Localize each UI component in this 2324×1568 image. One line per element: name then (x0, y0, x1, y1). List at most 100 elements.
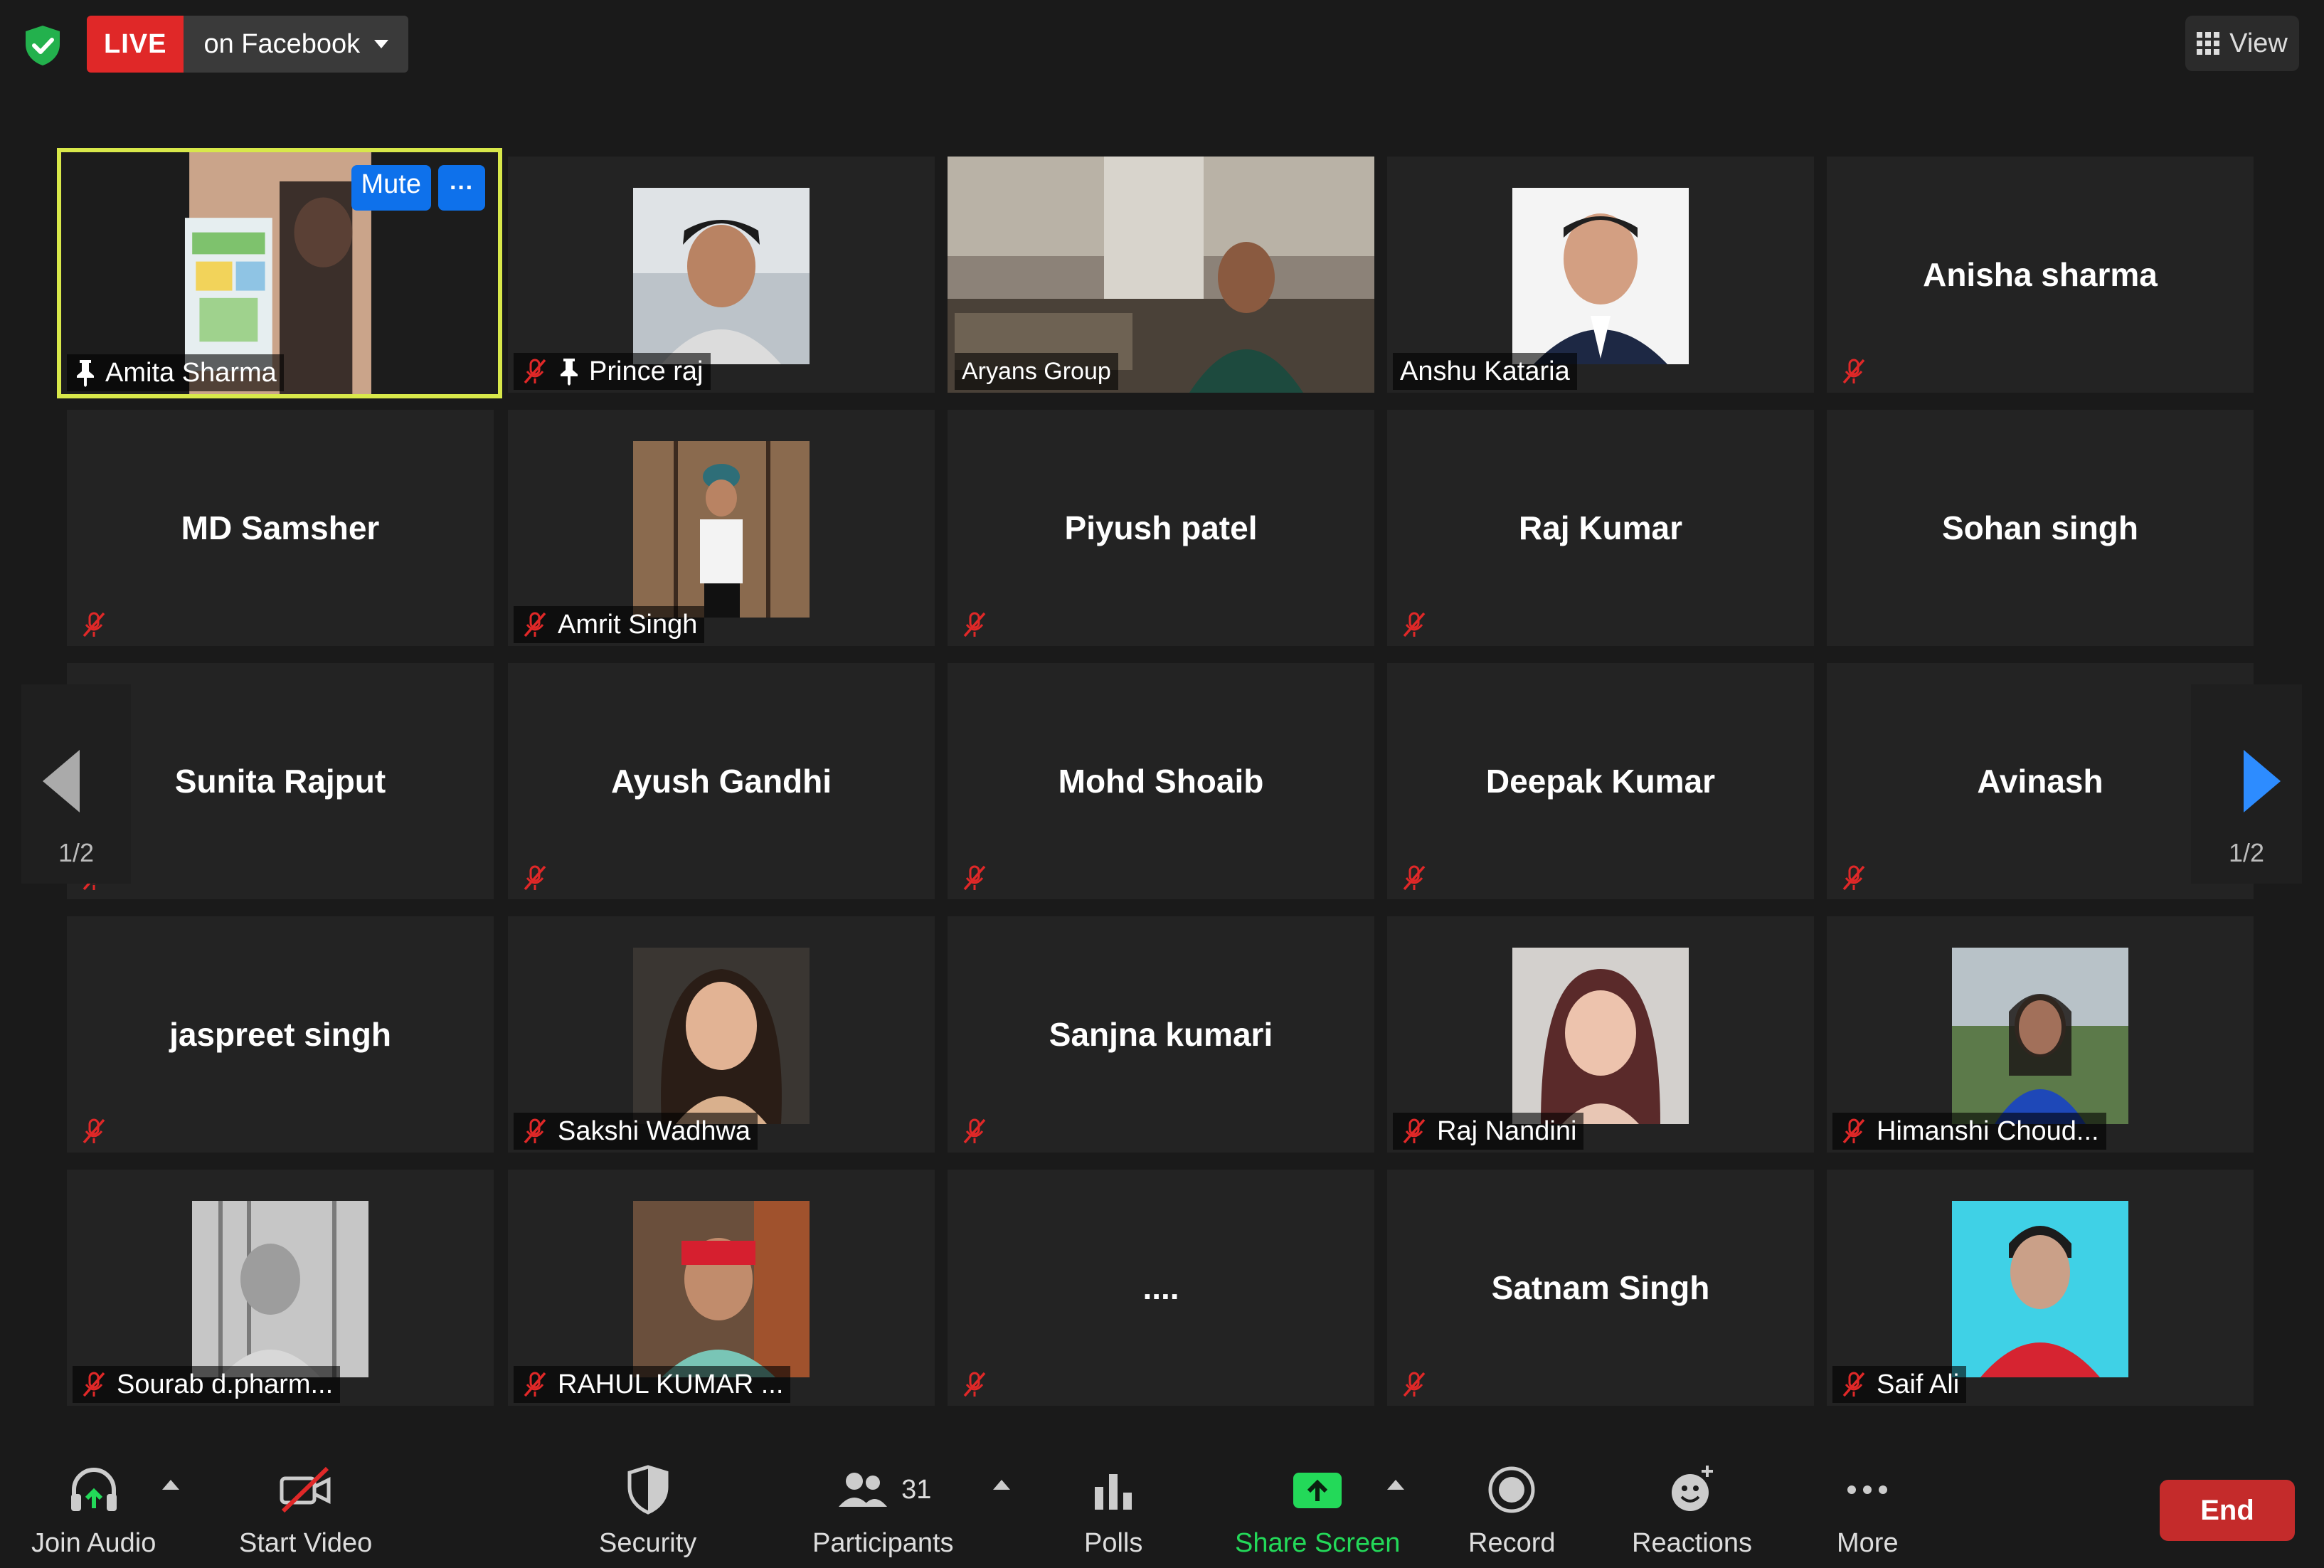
participant-tile-jaspreet[interactable]: jaspreet singh (67, 916, 494, 1153)
participant-tile-sourab[interactable]: Sourab d.pharm... (67, 1170, 494, 1406)
participant-tile-amita[interactable]: Mute ··· Amita Sharma (57, 148, 502, 398)
participant-display-name: jaspreet singh (169, 1016, 391, 1053)
participant-nameplate (1393, 1366, 1436, 1403)
participant-tile-rajkumar[interactable]: Raj Kumar (1387, 410, 1814, 646)
record-icon (1488, 1466, 1535, 1513)
participant-tile-himanshi[interactable]: Himanshi Choud... (1827, 916, 2254, 1153)
participant-name: Aryans Group (962, 357, 1111, 385)
participant-display-name: Mohd Shoaib (1058, 763, 1264, 800)
participant-tile-aryans[interactable]: Aryans Group (948, 157, 1374, 393)
participant-tile-samsher[interactable]: MD Samsher (67, 410, 494, 646)
live-destination-dropdown[interactable]: on Facebook (184, 16, 409, 73)
participant-nameplate: Raj Nandini (1393, 1113, 1584, 1150)
participant-count: 31 (901, 1474, 932, 1505)
security-button[interactable]: Security (599, 1461, 696, 1559)
participant-avatar-photo (1512, 188, 1689, 364)
participant-display-name: Sanjna kumari (1049, 1016, 1273, 1053)
participant-nameplate (1832, 353, 1875, 390)
next-page-button[interactable]: 1/2 (2191, 684, 2302, 884)
participant-tile-piyush[interactable]: Piyush patel (948, 410, 1374, 646)
join-audio-label: Join Audio (31, 1528, 156, 1558)
video-camera-off-icon (280, 1466, 331, 1513)
participant-tile-saif[interactable]: Saif Ali (1827, 1170, 2254, 1406)
live-stream-control[interactable]: LIVE on Facebook (87, 16, 409, 73)
participant-nameplate: RAHUL KUMAR ... (514, 1366, 791, 1403)
more-dots-icon (1847, 1485, 1888, 1494)
participant-tile-dots[interactable]: .... (948, 1170, 1374, 1406)
participant-tile-prince[interactable]: Prince raj (508, 157, 935, 393)
participant-tile-sohan[interactable]: Sohan singh (1827, 410, 2254, 646)
end-meeting-button[interactable]: End (2160, 1480, 2295, 1541)
page-indicator: 1/2 (58, 838, 95, 867)
participant-nameplate: Anshu Kataria (1393, 353, 1577, 390)
participant-tile-anshu[interactable]: Anshu Kataria (1387, 157, 1814, 393)
previous-page-button[interactable]: 1/2 (21, 684, 131, 884)
share-screen-label: Share Screen (1235, 1528, 1401, 1558)
participant-avatar-photo (1512, 948, 1689, 1124)
participant-avatar-photo (633, 948, 810, 1124)
muted-microphone-icon (1403, 612, 1426, 637)
polls-label: Polls (1084, 1528, 1143, 1558)
participant-tile-rajnandini[interactable]: Raj Nandini (1387, 916, 1814, 1153)
participant-name: Saif Ali (1877, 1369, 1960, 1399)
participant-name: Himanshi Choud... (1877, 1116, 2099, 1146)
participant-tile-anisha[interactable]: Anisha sharma (1827, 157, 2254, 393)
polls-button[interactable]: Polls (1084, 1461, 1142, 1559)
more-button[interactable]: More (1837, 1461, 1899, 1559)
participant-avatar-photo (1952, 948, 2128, 1124)
participant-nameplate (953, 1366, 996, 1403)
muted-microphone-icon (1842, 1118, 1865, 1144)
participant-tile-sakshi[interactable]: Sakshi Wadhwa (508, 916, 935, 1153)
participant-name: RAHUL KUMAR ... (558, 1369, 784, 1399)
arrow-right-icon (2244, 750, 2281, 812)
muted-microphone-icon (83, 612, 105, 637)
muted-microphone-icon (1403, 865, 1426, 891)
join-audio-button[interactable]: Join Audio (31, 1461, 156, 1559)
participant-nameplate (953, 859, 996, 896)
start-video-button[interactable]: Start Video (239, 1461, 372, 1559)
participant-name: Raj Nandini (1437, 1116, 1577, 1146)
participant-nameplate (514, 859, 556, 896)
live-destination-label: on Facebook (203, 28, 361, 59)
participant-nameplate (953, 1113, 996, 1150)
share-screen-button[interactable]: Share Screen (1235, 1461, 1400, 1559)
participant-nameplate (953, 606, 996, 643)
participant-name: Amita Sharma (105, 357, 277, 388)
mute-participant-button[interactable]: Mute (351, 165, 431, 211)
muted-microphone-icon (1403, 1118, 1426, 1144)
muted-microphone-icon (963, 1372, 986, 1397)
chevron-down-icon (374, 40, 389, 48)
encryption-shield-icon[interactable] (20, 23, 65, 68)
top-bar: LIVE on Facebook View (0, 0, 2324, 100)
muted-microphone-icon (1842, 359, 1865, 384)
participant-tile-deepak[interactable]: Deepak Kumar (1387, 663, 1814, 899)
muted-microphone-icon (524, 1372, 546, 1397)
view-button[interactable]: View (2185, 16, 2299, 71)
participants-button[interactable]: 31 Participants (812, 1461, 954, 1559)
arrow-left-icon (43, 750, 80, 812)
participant-name: Amrit Singh (558, 609, 698, 640)
participant-nameplate: Amita Sharma (67, 354, 284, 391)
record-label: Record (1468, 1528, 1556, 1558)
shield-icon (627, 1465, 669, 1515)
page-indicator: 1/2 (2228, 838, 2265, 867)
participant-display-name: Satnam Singh (1491, 1269, 1710, 1306)
participant-tile-rahul[interactable]: RAHUL KUMAR ... (508, 1170, 935, 1406)
tile-more-options-button[interactable]: ··· (438, 165, 485, 211)
participant-name: Prince raj (589, 356, 704, 386)
muted-microphone-icon (963, 1118, 986, 1144)
participant-display-name: Deepak Kumar (1485, 763, 1716, 800)
participant-tile-sanjna[interactable]: Sanjna kumari (948, 916, 1374, 1153)
more-label: More (1837, 1528, 1899, 1558)
participant-tile-avinash[interactable]: Avinash (1827, 663, 2254, 899)
participant-tile-amrit[interactable]: Amrit Singh (508, 410, 935, 646)
participant-tile-sunita[interactable]: Sunita Rajput (67, 663, 494, 899)
participant-tile-satnam[interactable]: Satnam Singh (1387, 1170, 1814, 1406)
record-button[interactable]: Record (1468, 1461, 1556, 1559)
share-options-chevron-up-icon[interactable] (1387, 1480, 1404, 1490)
audio-options-chevron-up-icon[interactable] (162, 1480, 179, 1490)
participants-options-chevron-up-icon[interactable] (993, 1480, 1010, 1490)
participant-tile-shoaib[interactable]: Mohd Shoaib (948, 663, 1374, 899)
reactions-button[interactable]: Reactions (1632, 1461, 1752, 1559)
participant-tile-ayush[interactable]: Ayush Gandhi (508, 663, 935, 899)
